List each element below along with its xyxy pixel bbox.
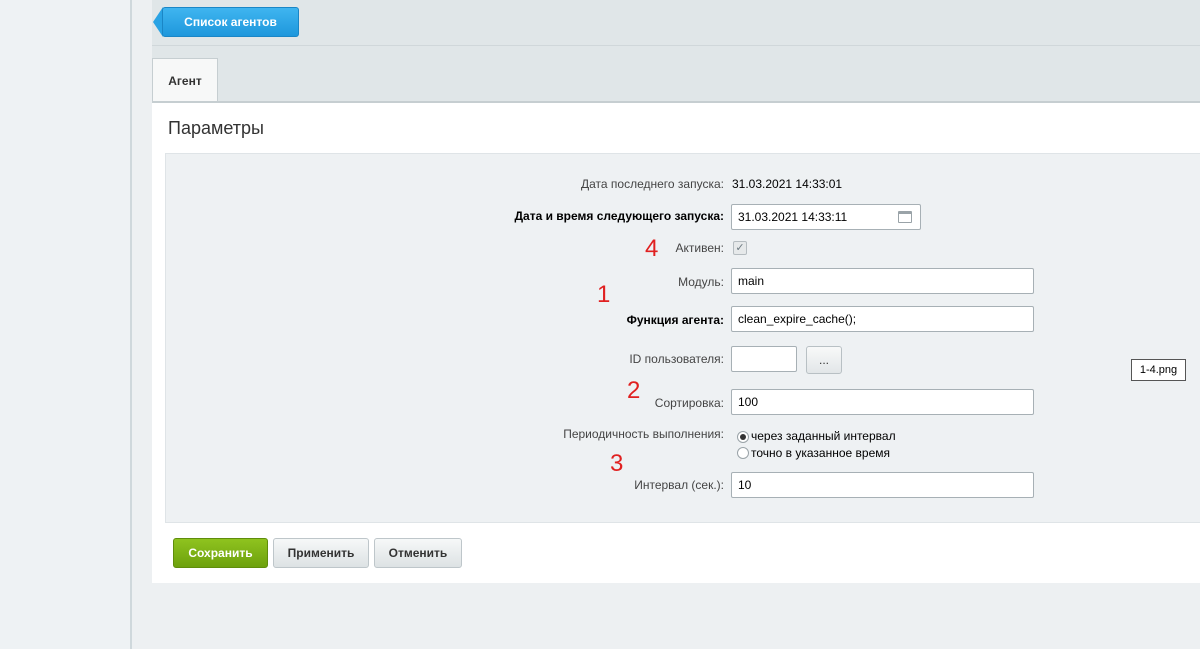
interval-value: 10 (738, 478, 752, 492)
user-id-input[interactable] (731, 346, 797, 372)
function-input[interactable]: clean_expire_cache(); (731, 306, 1034, 332)
last-run-value: 31.03.2021 14:33:01 (732, 177, 843, 191)
last-run-row: Дата последнего запуска: (0, 177, 724, 193)
module-row: Модуль: (0, 275, 724, 291)
module-value: main (738, 274, 765, 288)
section-title: Параметры (168, 118, 264, 138)
next-run-label: Дата и время следующего запуска: (514, 209, 724, 223)
radio-interval-label[interactable]: через заданный интервал (751, 429, 896, 443)
annotation-marker-1: 1 (597, 281, 611, 308)
radio-interval[interactable] (737, 431, 749, 443)
periodicity-label: Периодичность выполнения: (563, 427, 724, 441)
interval-label: Интервал (сек.): (634, 478, 724, 492)
user-picker-button[interactable]: ... (806, 346, 842, 374)
next-run-value: 31.03.2021 14:33:11 (738, 210, 848, 224)
last-run-label: Дата последнего запуска: (581, 177, 724, 191)
annotation-marker-2: 2 (627, 377, 641, 404)
active-row: Активен: (0, 241, 724, 257)
tab-strip (152, 46, 1200, 102)
interval-input[interactable]: 10 (731, 472, 1034, 498)
save-button[interactable]: Сохранить (173, 538, 268, 568)
annotation-marker-4: 4 (645, 235, 659, 262)
active-checkbox[interactable]: ✓ (733, 241, 747, 255)
tab-agent[interactable]: Агент (152, 58, 218, 102)
active-label: Активен: (675, 241, 724, 255)
next-run-row: Дата и время следующего запуска: (0, 209, 724, 225)
function-row: Функция агента: (0, 313, 724, 329)
agent-list-button[interactable]: Список агентов (162, 7, 299, 37)
periodicity-row: Периодичность выполнения: (0, 427, 724, 443)
sort-row: Сортировка: (0, 396, 724, 412)
calendar-icon[interactable] (898, 211, 912, 223)
user-id-row: ID пользователя: (0, 352, 724, 368)
next-run-input[interactable]: 31.03.2021 14:33:11 (731, 204, 921, 230)
top-toolbar (152, 0, 1200, 46)
apply-button[interactable]: Применить (273, 538, 369, 568)
module-label: Модуль: (678, 275, 724, 289)
sort-value: 100 (738, 395, 759, 409)
file-name-tag: 1-4.png (1131, 359, 1186, 381)
cancel-button[interactable]: Отменить (374, 538, 462, 568)
sort-label: Сортировка: (654, 396, 724, 410)
interval-row: Интервал (сек.): (0, 478, 724, 494)
user-id-label: ID пользователя: (629, 352, 724, 366)
radio-exact-time[interactable] (737, 447, 749, 459)
function-value: clean_expire_cache(); (738, 312, 857, 326)
radio-exact-time-label[interactable]: точно в указанное время (751, 446, 890, 460)
module-input[interactable]: main (731, 268, 1034, 294)
function-label: Функция агента: (626, 313, 724, 327)
sort-input[interactable]: 100 (731, 389, 1034, 415)
annotation-marker-3: 3 (610, 450, 624, 477)
